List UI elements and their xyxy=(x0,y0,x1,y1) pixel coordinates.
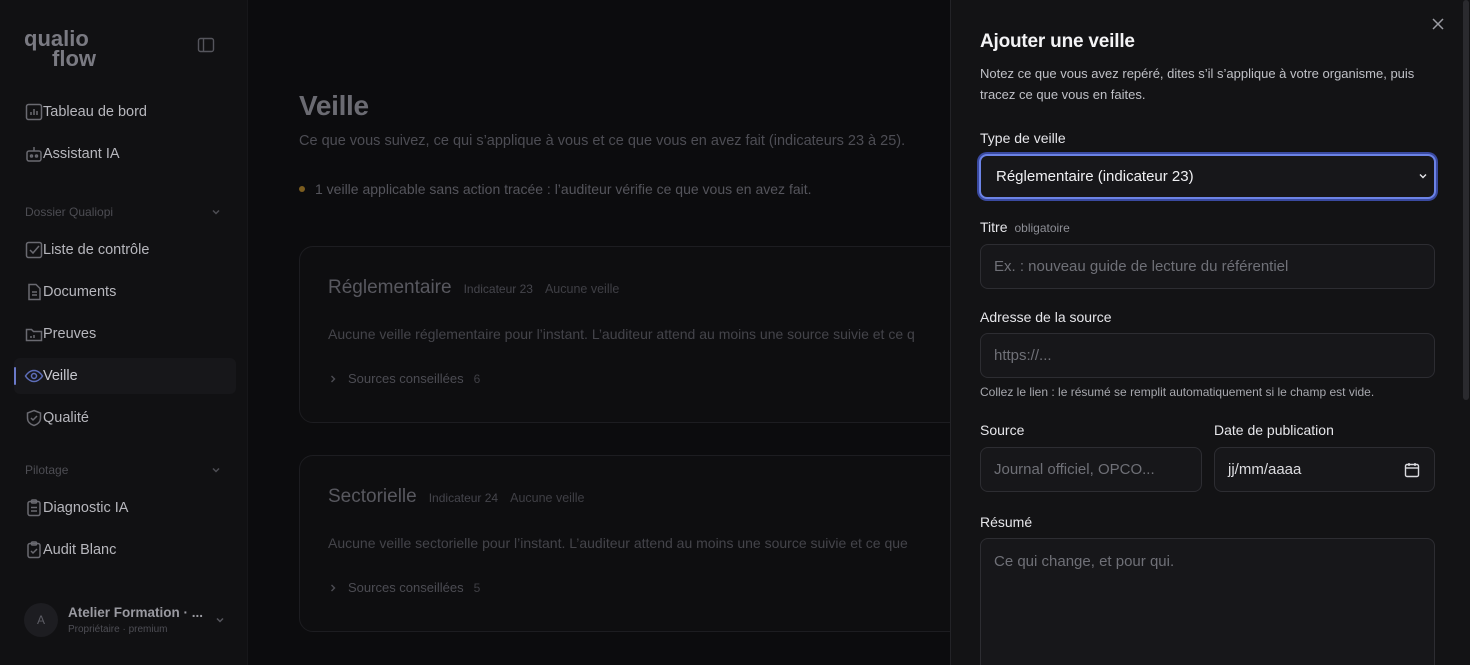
card-text: Aucune veille sectorielle pour l’instant… xyxy=(328,535,908,551)
sidebar-item-label: Preuves xyxy=(43,326,97,342)
card-text: Aucune veille réglementaire pour l’insta… xyxy=(328,326,915,342)
source-url-input[interactable]: https://... xyxy=(980,333,1435,378)
sidebar-toggle-icon[interactable] xyxy=(197,36,215,54)
sidebar-item-liste-de-controle[interactable]: Liste de contrôle xyxy=(14,232,236,268)
sidebar-item-label: Documents xyxy=(43,284,117,300)
alert-message: 1 veille applicable sans action tracée :… xyxy=(299,181,812,197)
date-placeholder: jj/mm/aaaa xyxy=(1228,461,1302,478)
close-icon[interactable] xyxy=(1430,16,1446,32)
drawer-scrollbar[interactable] xyxy=(1463,0,1469,400)
alert-text: 1 veille applicable sans action tracée :… xyxy=(315,181,812,197)
type-select[interactable]: Réglementaire (indicateur 23) xyxy=(979,154,1436,199)
type-label: Type de veille xyxy=(980,130,1066,146)
sources-toggle[interactable]: Sources conseillées 5 xyxy=(328,580,480,595)
card-title: Réglementaire xyxy=(328,277,452,298)
sources-toggle[interactable]: Sources conseillées 6 xyxy=(328,371,480,386)
chevron-down-icon xyxy=(216,617,224,623)
veille-card-sectorielle: Sectorielle Indicateur 24 Aucune veille … xyxy=(299,455,950,632)
document-icon xyxy=(24,282,44,302)
sources-count: 5 xyxy=(473,580,481,595)
clipboard-check-icon xyxy=(24,540,44,560)
chevron-right-icon xyxy=(331,375,336,382)
folder-icon xyxy=(24,324,44,344)
checkbox-icon xyxy=(24,240,44,260)
sidebar-item-label: Audit Blanc xyxy=(43,542,117,558)
source-placeholder: Journal officiel, OPCO... xyxy=(994,461,1155,478)
indicator-badge: Indicateur 24 xyxy=(428,491,499,505)
sidebar-item-veille[interactable]: Veille xyxy=(14,358,236,394)
title-label: Titre xyxy=(980,219,1008,235)
required-tag: obligatoire xyxy=(1014,221,1070,235)
user-role: Propriétaire · premium xyxy=(68,624,168,635)
nav-top: Tableau de bord Assistant IA xyxy=(14,94,236,172)
publication-date-input[interactable]: jj/mm/aaaa xyxy=(1214,447,1435,492)
sources-count: 6 xyxy=(473,371,481,386)
source-label: Source xyxy=(980,422,1025,438)
chevron-down-icon xyxy=(1419,174,1427,179)
card-title: Sectorielle xyxy=(328,486,417,507)
source-url-label: Adresse de la source xyxy=(980,309,1112,325)
section-pilotage[interactable]: Pilotage xyxy=(14,460,236,480)
section-dossier-qualiopi[interactable]: Dossier Qualiopi xyxy=(14,202,236,222)
avatar: A xyxy=(24,603,58,637)
drawer-title: Ajouter une veille xyxy=(980,31,1135,52)
status-badge: Aucune veille xyxy=(544,282,620,296)
summary-placeholder: Ce qui change, et pour qui. xyxy=(994,553,1175,570)
sidebar-item-label: Qualité xyxy=(43,410,89,426)
user-name: Atelier Formation · ... xyxy=(68,605,204,620)
sidebar-item-tableau-de-bord[interactable]: Tableau de bord xyxy=(14,94,236,130)
chevron-right-icon xyxy=(331,584,336,591)
calendar-icon[interactable] xyxy=(1404,462,1420,478)
section-label: Dossier Qualiopi xyxy=(25,205,114,219)
sidebar-item-label: Liste de contrôle xyxy=(43,242,150,258)
sidebar-item-assistant-ia[interactable]: Assistant IA xyxy=(14,136,236,172)
sidebar-item-documents[interactable]: Documents xyxy=(14,274,236,310)
logo-line-2: flow xyxy=(52,46,97,70)
title-placeholder: Ex. : nouveau guide de lecture du référe… xyxy=(994,258,1289,275)
chevron-down-icon xyxy=(212,467,220,473)
eye-icon xyxy=(24,366,44,386)
title-label-row: Titre obligatoire xyxy=(980,219,1070,235)
nav-dossier: Liste de contrôle Documents Preuves Veil… xyxy=(14,232,236,436)
veille-card-reglementaire: Réglementaire Indicateur 23 Aucune veill… xyxy=(299,246,950,423)
drawer-description: Notez ce que vous avez repéré, dites s’i… xyxy=(980,66,1415,102)
sidebar-item-label: Diagnostic IA xyxy=(43,500,129,516)
title-input[interactable]: Ex. : nouveau guide de lecture du référe… xyxy=(980,244,1435,289)
clipboard-icon xyxy=(24,498,44,518)
warning-dot-icon xyxy=(299,186,305,192)
sidebar-item-preuves[interactable]: Preuves xyxy=(14,316,236,352)
source-url-hint: Collez le lien : le résumé se remplit au… xyxy=(980,385,1375,399)
date-label: Date de publication xyxy=(1214,422,1334,438)
sidebar-item-diagnostic-ia[interactable]: Diagnostic IA xyxy=(14,490,236,526)
qualioflow-logo[interactable]: qualio flow xyxy=(24,26,114,71)
page-title: Veille xyxy=(299,90,369,121)
status-badge: Aucune veille xyxy=(510,491,585,505)
sidebar-item-label: Tableau de bord xyxy=(43,104,147,120)
sources-label: Sources conseillées xyxy=(348,371,464,386)
source-input[interactable]: Journal officiel, OPCO... xyxy=(980,447,1202,492)
section-label: Pilotage xyxy=(25,463,69,477)
summary-label: Résumé xyxy=(980,514,1033,530)
sources-label: Sources conseillées xyxy=(348,580,464,595)
chevron-down-icon xyxy=(212,209,220,215)
main-content: Veille Ce que vous suivez, ce qui s’appl… xyxy=(248,0,950,665)
sidebar: qualio flow Tableau de bord Assistant IA… xyxy=(0,0,248,665)
add-veille-drawer: Ajouter une veille Notez ce que vous ave… xyxy=(950,0,1470,665)
source-url-placeholder: https://... xyxy=(994,347,1052,364)
robot-icon xyxy=(24,144,44,164)
summary-textarea[interactable]: Ce qui change, et pour qui. xyxy=(980,538,1435,665)
page-subtitle: Ce que vous suivez, ce qui s’applique à … xyxy=(299,133,906,149)
sidebar-item-label: Assistant IA xyxy=(43,146,120,162)
sidebar-item-audit-blanc[interactable]: Audit Blanc xyxy=(14,532,236,568)
type-select-value: Réglementaire (indicateur 23) xyxy=(996,168,1194,185)
indicator-badge: Indicateur 23 xyxy=(463,282,533,296)
shield-icon xyxy=(24,408,44,428)
user-menu[interactable]: A Atelier Formation · ... Propriétaire ·… xyxy=(24,602,226,638)
bar-chart-icon xyxy=(24,102,44,122)
sidebar-item-qualite[interactable]: Qualité xyxy=(14,400,236,436)
sidebar-item-label: Veille xyxy=(43,368,78,384)
nav-pilotage: Diagnostic IA Audit Blanc xyxy=(14,490,236,568)
